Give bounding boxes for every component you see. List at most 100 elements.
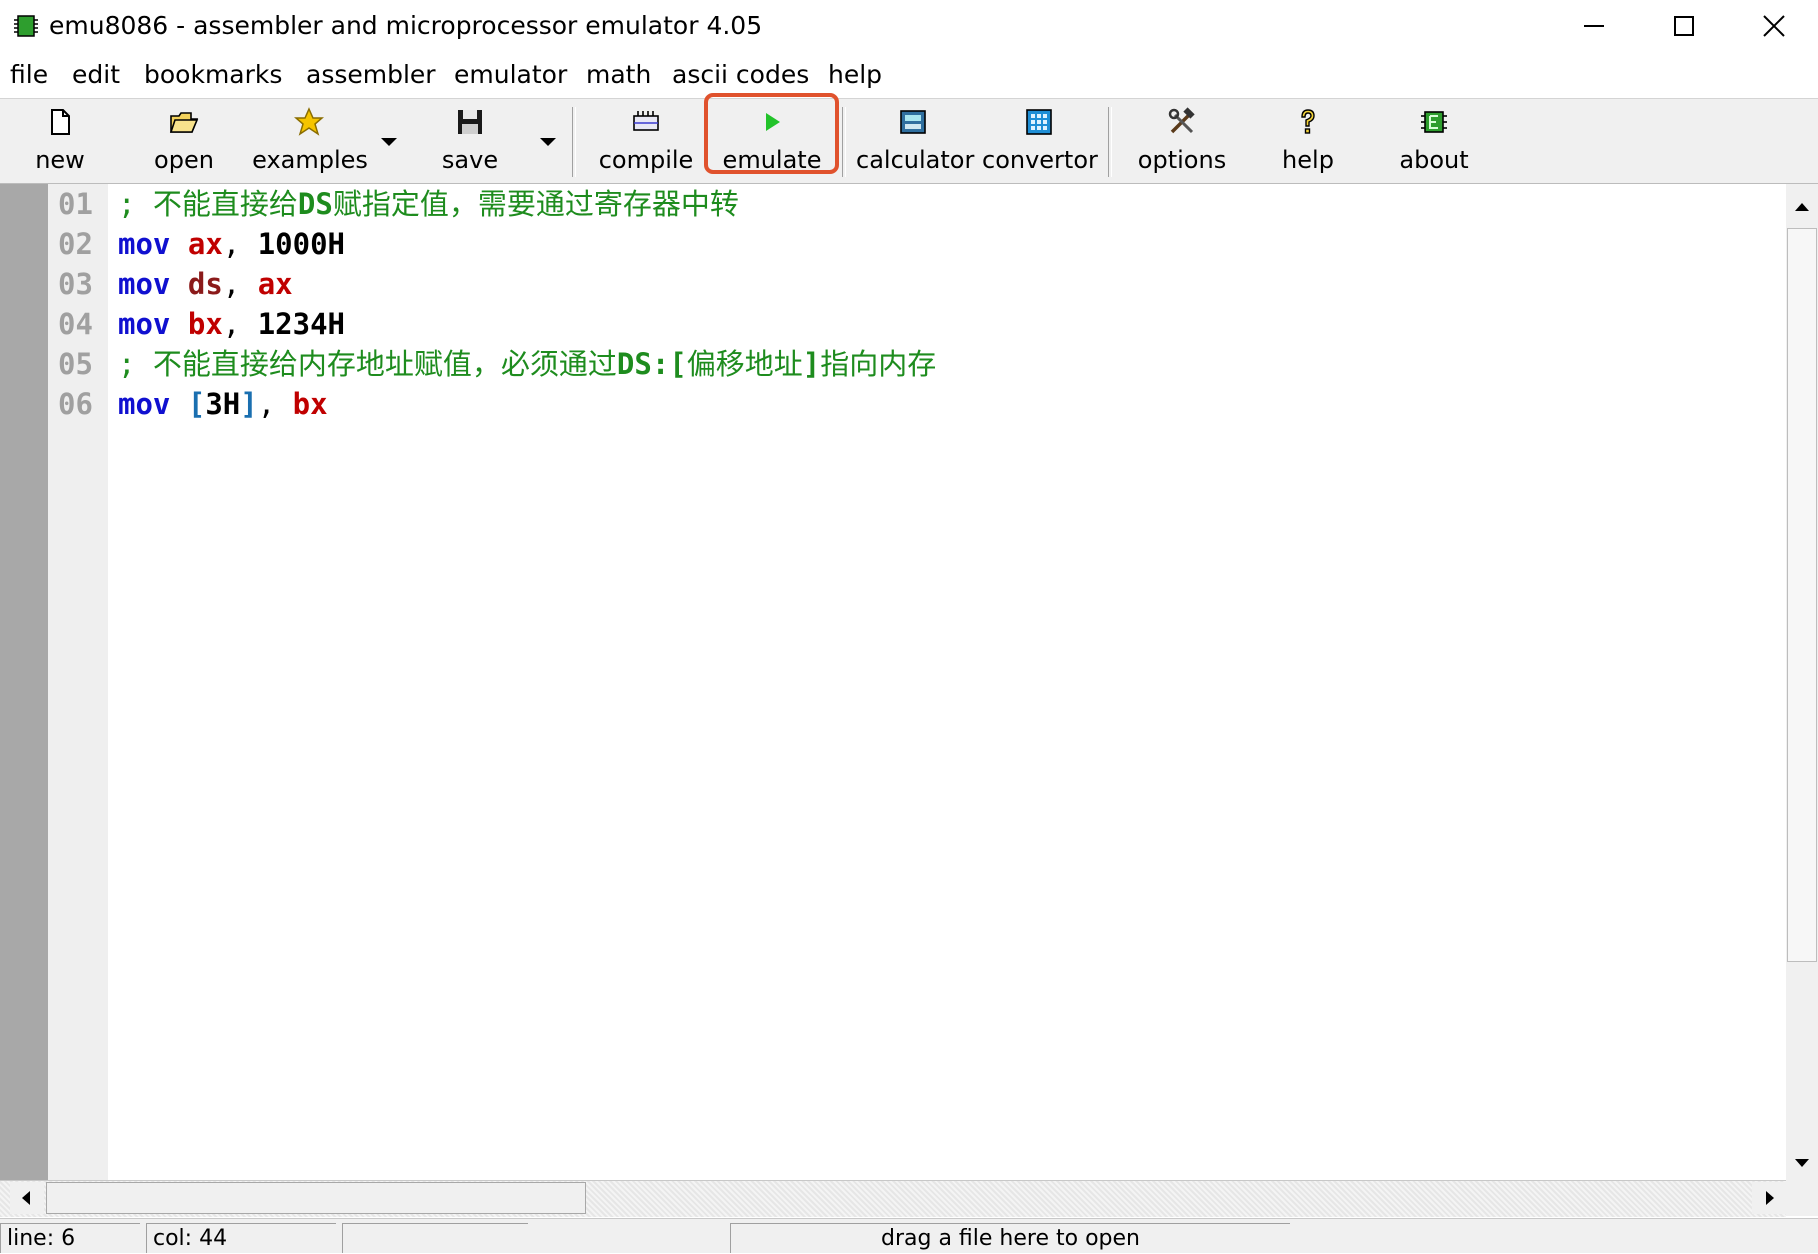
code-token: , [222,267,258,301]
calculator-button[interactable]: calculator [856,103,975,179]
arrow-right-icon [1766,1191,1774,1205]
examples-label: examples [252,146,368,174]
vertical-scroll-thumb[interactable] [1787,228,1817,962]
code-token: 1000H [257,227,346,261]
open-label: open [154,146,214,174]
horizontal-scroll-thumb[interactable] [46,1182,586,1214]
code-token: [ [187,387,206,421]
code-token: bx [292,387,328,421]
menu-emulator[interactable]: emulator [454,54,567,96]
line-number-gutter: 01 02 03 04 05 06 [48,184,108,1180]
help-label: help [1282,146,1334,174]
help-question-icon [1301,109,1315,134]
code-line: mov ds, ax [118,264,293,304]
code-token: mov [118,227,171,261]
minimize-icon [1584,25,1604,27]
code-token: ax [187,227,223,261]
menu-file[interactable]: file [10,54,48,96]
help-button[interactable]: help [1266,103,1350,179]
line-number: 01 [58,187,93,221]
line-number: 04 [58,307,93,341]
menu-help[interactable]: help [828,54,882,96]
maximize-button[interactable] [1638,0,1730,52]
calculator-label: calculator [856,146,975,174]
code-token: 指向内存 [820,347,937,381]
code-line: ; 不能直接给内存地址赋值，必须通过DS:[偏移地址]指向内存 [118,344,936,384]
status-empty [342,1223,528,1253]
code-line: mov ax, 1000H [118,224,345,264]
toolbar-separator [1108,107,1112,177]
minimize-button[interactable] [1548,0,1640,52]
code-token: ; 不能直接给 [118,187,298,221]
scrollbar-corner [1786,1180,1818,1216]
save-dropdown-icon[interactable] [537,135,559,149]
code-token: 赋指定值，需要通过寄存器中转 [332,187,739,221]
compile-label: compile [598,146,694,174]
scroll-right-button[interactable] [1752,1182,1786,1214]
arrow-up-icon [1795,203,1809,211]
code-token: , [257,387,293,421]
save-button[interactable]: save [428,103,512,179]
scroll-up-button[interactable] [1787,190,1817,224]
menu-assembler[interactable]: assembler [306,54,436,96]
line-number: 03 [58,267,93,301]
scroll-left-button[interactable] [10,1182,44,1214]
convertor-button[interactable]: convertor [982,103,1098,179]
emulate-highlight-box [704,93,839,174]
code-token: ax [257,267,293,301]
maximize-icon [1674,16,1694,36]
examples-button[interactable]: examples [250,103,370,179]
toolbar-separator [842,107,846,177]
convertor-label: convertor [982,146,1098,174]
status-drag-hint: drag a file here to open [730,1223,1290,1253]
line-number: 05 [58,347,93,381]
compile-button[interactable]: compile [592,103,700,179]
options-button[interactable]: options [1130,103,1234,179]
code-token: mov [118,267,171,301]
code-token: bx [187,307,223,341]
save-disk-icon [458,110,482,134]
line-number: 02 [58,227,93,261]
menu-bookmarks[interactable]: bookmarks [144,54,282,96]
menu-edit[interactable]: edit [72,54,120,96]
code-line: ; 不能直接给DS赋指定值，需要通过寄存器中转 [118,184,739,224]
about-chip-icon [1421,111,1447,133]
status-line: line: 6 [0,1223,140,1253]
code-token: 1234H [257,307,346,341]
code-token: 偏移地址 [686,347,803,381]
window-title: emu8086 - assembler and microprocessor e… [49,11,763,40]
open-folder-icon [169,112,199,133]
editor-margin [0,184,48,1180]
options-label: options [1137,146,1227,174]
code-token: DS:[ [616,347,687,381]
convertor-icon [1026,109,1052,135]
status-bar: line: 6 col: 44 drag a file here to open [0,1218,1818,1253]
code-editor[interactable]: ; 不能直接给DS赋指定值，需要通过寄存器中转 mov ax, 1000H mov … [108,184,1786,1180]
about-button[interactable]: about [1392,103,1476,179]
tools-icon [1168,107,1195,134]
code-token: , [222,227,258,261]
toolbar: new open examples save compile emulate c… [0,98,1818,185]
code-token: ] [240,387,258,421]
calculator-icon [900,110,926,134]
code-line: mov bx, 1234H [118,304,345,344]
new-label: new [35,146,85,174]
close-button[interactable] [1728,0,1818,52]
menu-math[interactable]: math [586,54,651,96]
new-button[interactable]: new [18,103,102,179]
open-button[interactable]: open [142,103,226,179]
arrow-left-icon [22,1191,30,1205]
scroll-down-button[interactable] [1787,1146,1817,1180]
examples-dropdown-icon[interactable] [378,135,400,149]
about-label: about [1399,146,1469,174]
menu-ascii-codes[interactable]: ascii codes [672,54,809,96]
code-token: 3H [205,387,241,421]
new-file-icon [51,109,70,135]
code-token: ] [802,347,821,381]
close-icon [1763,15,1785,37]
code-token: ds [187,267,223,301]
code-token: mov [118,387,171,421]
